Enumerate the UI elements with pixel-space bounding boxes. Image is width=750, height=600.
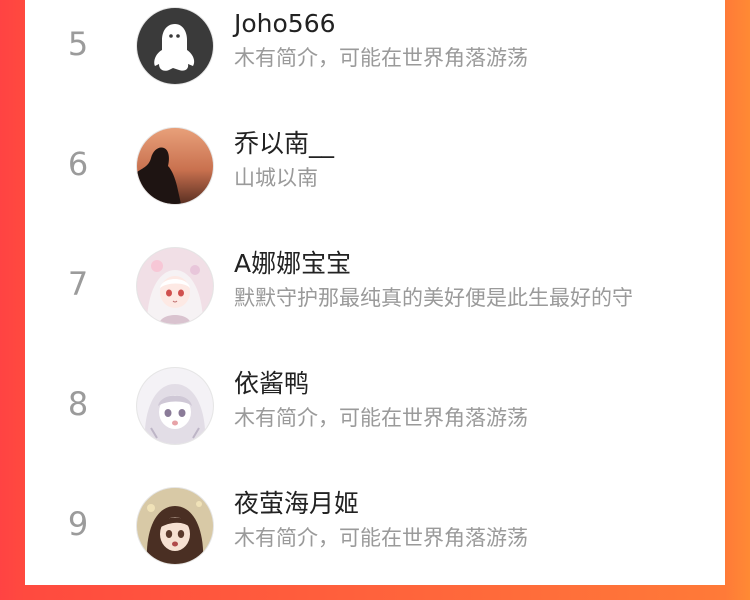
rank-number: 5 [67,25,89,63]
ranking-row-7[interactable]: 7 A娜娜宝宝 默默守护那最纯真的美好便是此生最好的守 [25,240,725,360]
user-bio: 默默守护那最纯真的美好便是此生最好的守 [234,286,633,310]
ranking-row-8[interactable]: 8 依酱鸭 木有简介，可能在世界角落游荡 [25,360,725,480]
anime-girl-avatar-icon[interactable] [136,247,214,325]
user-bio: 木有简介，可能在世界角落游荡 [234,406,528,430]
anime-brunette-avatar-icon[interactable] [136,487,214,565]
ranking-row-5[interactable]: 5 Joho566 木有简介，可能在世界角落游荡 [25,0,725,120]
anime-sketch-avatar-icon[interactable] [136,367,214,445]
user-name[interactable]: 依酱鸭 [234,368,309,400]
rank-number: 6 [67,145,89,183]
user-name[interactable]: 乔以南__ [234,128,334,160]
user-name[interactable]: Joho566 [234,8,336,40]
sunset-silhouette-avatar-icon[interactable] [136,127,214,205]
user-name[interactable]: 夜萤海月姬 [234,488,359,520]
rank-number: 7 [67,265,89,303]
rank-number: 9 [67,505,89,543]
user-bio: 山城以南 [234,166,318,190]
ranking-row-9[interactable]: 9 夜萤海月姬 木有简介，可能在世界角落游荡 [25,480,725,600]
default-ghost-avatar-icon[interactable] [136,7,214,85]
rank-number: 8 [67,385,89,423]
ranking-list-panel: 5 Joho566 木有简介，可能在世界角落游荡 6 乔以南__ 山城以南 7 … [25,0,725,585]
user-name[interactable]: A娜娜宝宝 [234,248,351,280]
ranking-row-6[interactable]: 6 乔以南__ 山城以南 [25,120,725,240]
user-bio: 木有简介，可能在世界角落游荡 [234,526,528,550]
user-bio: 木有简介，可能在世界角落游荡 [234,46,528,70]
